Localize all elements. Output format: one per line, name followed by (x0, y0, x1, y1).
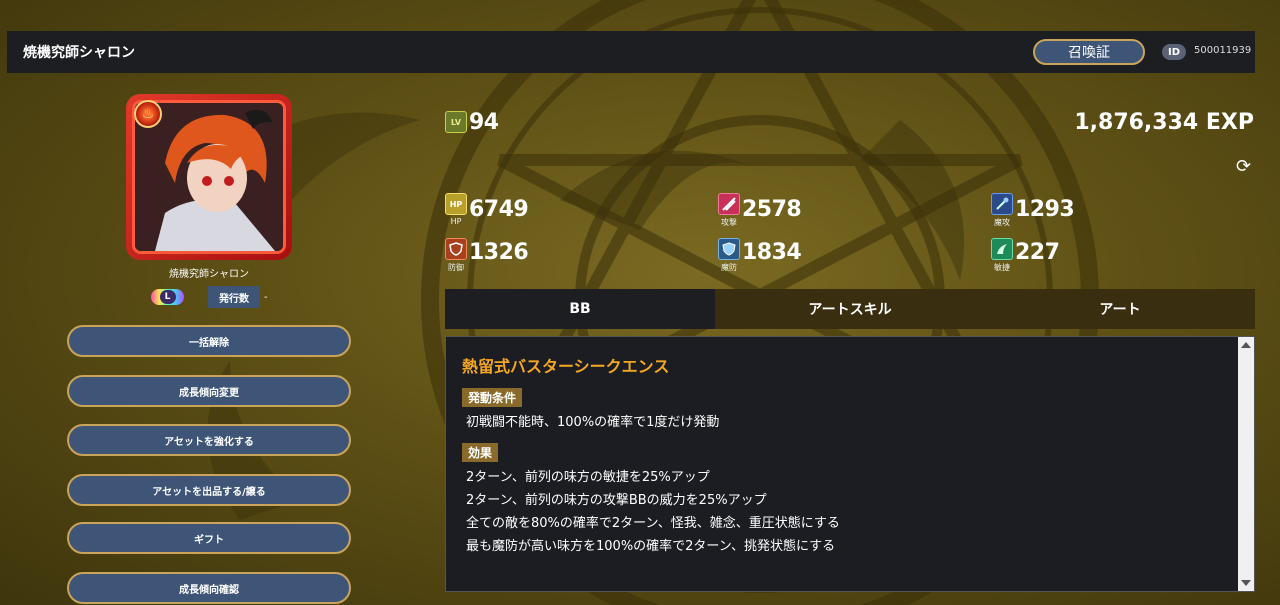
scroll-up-arrow-icon[interactable] (1241, 342, 1251, 348)
enhance-asset-button[interactable]: アセットを強化する (67, 424, 351, 456)
panel-scrollbar[interactable] (1238, 337, 1254, 591)
rarity-letter: L (159, 290, 176, 304)
magic-attack-label: 魔攻 (994, 218, 1010, 227)
refresh-icon[interactable]: ⟳ (1236, 156, 1251, 177)
issue-count-label: 発行数 (208, 286, 260, 308)
condition-tag: 発動条件 (462, 388, 523, 407)
header-bar: 焼機究師シャロン 召喚証 ID 500011939 (7, 31, 1255, 73)
tab-art-skill[interactable]: アートスキル (715, 289, 985, 329)
hp-label: HP (450, 217, 462, 226)
skill-tabs: BB アートスキル アート (445, 289, 1255, 329)
agility-icon (991, 238, 1013, 260)
effect-line: 全ての敵を80%の確率で2ターン、怪我、雑念、重圧状態にする (466, 516, 840, 531)
attack-label: 攻撃 (721, 218, 737, 227)
hp-icon: HP (445, 193, 467, 215)
condition-text: 初戦闘不能時、100%の確率で1度だけ発動 (466, 415, 720, 430)
gift-button[interactable]: ギフト (67, 522, 351, 554)
level-icon: LV (445, 111, 467, 133)
magic-defense-icon (718, 238, 740, 260)
skill-name: 熱留式バスターシークエンス (462, 357, 670, 376)
hp-value: 6749 (469, 197, 529, 222)
bulk-release-button[interactable]: 一括解除 (67, 325, 351, 357)
magic-defense-value: 1834 (742, 240, 802, 265)
change-growth-button[interactable]: 成長傾向変更 (67, 375, 351, 407)
effect-line: 2ターン、前列の味方の敏捷を25%アップ (466, 470, 710, 485)
magic-attack-value: 1293 (1015, 197, 1075, 222)
level-value: 94 (469, 110, 499, 135)
page-title: 焼機究師シャロン (23, 45, 135, 61)
agility-label: 敏捷 (994, 263, 1010, 272)
agility-value: 227 (1015, 240, 1060, 265)
effect-line: 最も魔防が高い味方を100%の確率で2ターン、挑発状態にする (466, 539, 836, 554)
list-asset-button[interactable]: アセットを出品する/譲る (67, 474, 351, 506)
issue-count-value: - (264, 292, 268, 303)
magic-attack-icon (991, 193, 1013, 215)
rarity-badge: L (151, 289, 184, 305)
attack-icon (718, 193, 740, 215)
unit-portrait: ♨ (126, 94, 292, 260)
defense-icon (445, 238, 467, 260)
effect-tag: 効果 (462, 443, 499, 462)
summon-certificate-button[interactable]: 召喚証 (1033, 39, 1145, 65)
check-growth-button[interactable]: 成長傾向確認 (67, 572, 351, 604)
tab-bb[interactable]: BB (445, 289, 715, 329)
unit-name: 焼機究師シャロン (169, 269, 249, 280)
id-value: 500011939 (1194, 45, 1252, 56)
defense-label: 防御 (448, 263, 464, 272)
effect-line: 2ターン、前列の味方の攻撃BBの威力を25%アップ (466, 493, 767, 508)
exp-value: 1,876,334 EXP (1074, 110, 1254, 135)
id-badge: ID (1162, 44, 1187, 60)
scroll-down-arrow-icon[interactable] (1241, 580, 1251, 586)
fire-element-icon: ♨ (134, 100, 162, 128)
tab-art[interactable]: アート (985, 289, 1255, 329)
magic-defense-label: 魔防 (721, 263, 737, 272)
defense-value: 1326 (469, 240, 529, 265)
skill-panel: 熱留式バスターシークエンス 発動条件 初戦闘不能時、100%の確率で1度だけ発動… (445, 336, 1255, 592)
attack-value: 2578 (742, 197, 802, 222)
